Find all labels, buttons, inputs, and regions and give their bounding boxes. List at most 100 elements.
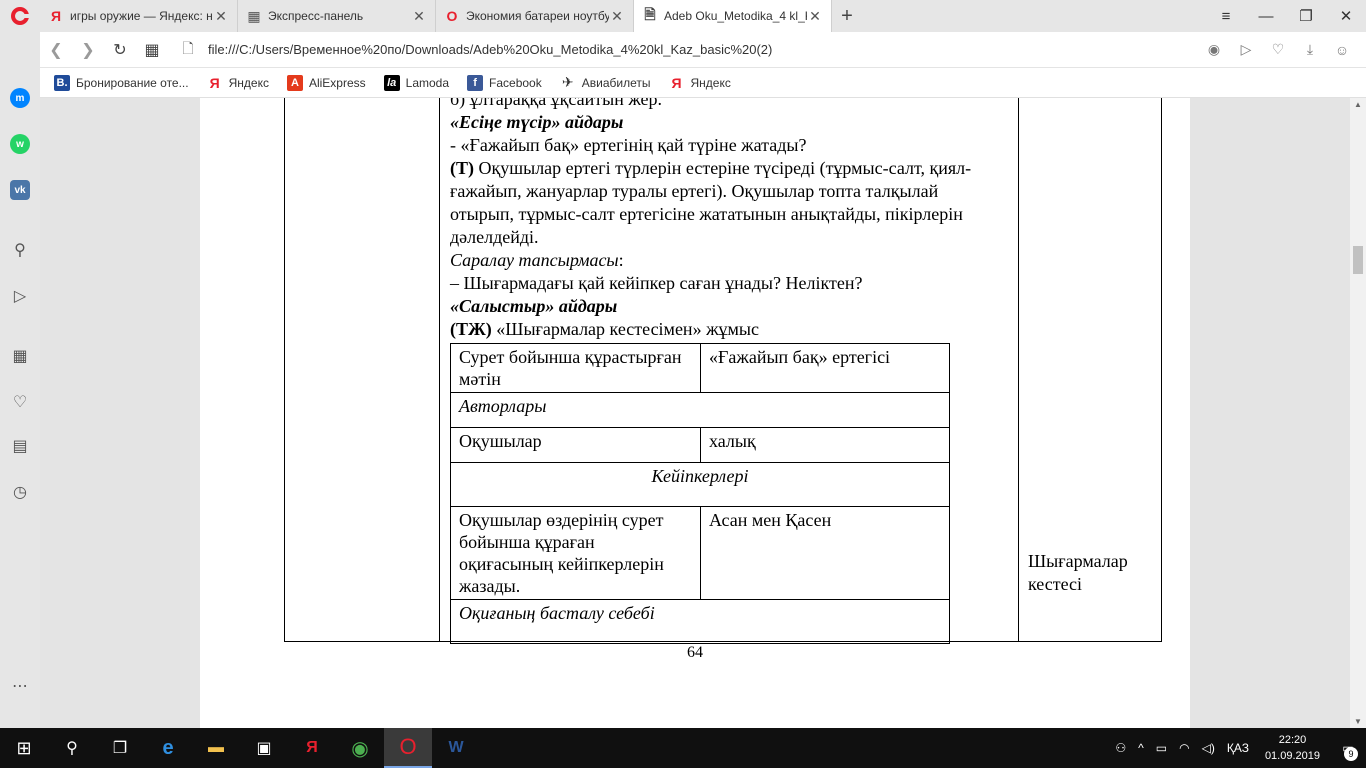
bookmark-label: Бронирование оте... [76, 75, 189, 90]
opera-browser-icon[interactable]: O [384, 728, 432, 768]
section-heading: «Салыстыр» айдары [450, 296, 618, 316]
bookmark-label: Lamoda [405, 75, 450, 90]
tabs-grid-icon[interactable]: ▦ [136, 40, 168, 60]
scrollbar-thumb[interactable] [1353, 246, 1363, 274]
time: 22:20 [1278, 734, 1307, 746]
tab-2[interactable]: O Экономия батареи ноутбу ✕ [436, 0, 634, 32]
new-tab-button[interactable]: + [832, 0, 862, 32]
file-explorer-icon[interactable]: ▬ [192, 728, 240, 768]
vertical-scrollbar[interactable]: ▲ ▼ [1350, 98, 1366, 728]
bookmark-label: Яндекс [228, 75, 269, 90]
volume-icon[interactable]: ◁) [1196, 741, 1221, 755]
heart-icon[interactable]: ♡ [6, 388, 34, 416]
forward-icon[interactable]: ❯ [72, 40, 104, 60]
yandex-browser-icon[interactable]: Я [288, 728, 336, 768]
table-cell: Сурет бойынша құрастырған мәтін [450, 343, 701, 393]
table-cell: «Ғажайып бақ» ертегісі [700, 343, 950, 393]
table-cell: Асан мен Қасен [700, 506, 950, 600]
table-row: Оқиғаның басталу себебі [450, 599, 950, 644]
opera-logo-icon [11, 7, 30, 25]
bookmark-item[interactable]: B. Бронирование оте... [54, 74, 189, 91]
news-icon[interactable]: ▤ [6, 432, 34, 460]
bookmark-item[interactable]: ✈ Авиабилеты [560, 74, 651, 91]
table-row: Оқушылар халық [450, 427, 950, 463]
language-indicator[interactable]: ҚАЗ [1221, 741, 1255, 755]
tab-1[interactable]: ▦ Экспресс-панель ✕ [238, 0, 436, 32]
url-field[interactable]: file:///C:/Users/Временное%20по/Download… [208, 42, 1202, 57]
show-hidden-icon[interactable]: ^ [1132, 741, 1150, 755]
facebook-icon: f [467, 74, 484, 91]
word-icon[interactable]: W [432, 728, 480, 768]
question-line: – Шығармадағы қай кейіпкер саған ұнады? … [450, 273, 863, 293]
bookmark-label: Авиабилеты [581, 75, 651, 90]
bookmark-item[interactable]: la Lamoda [383, 74, 450, 91]
lamoda-icon: la [383, 74, 400, 91]
history-icon[interactable]: ◷ [6, 478, 34, 506]
booking-icon: B. [54, 74, 70, 91]
activity-text: «Шығармалар кестесімен» жұмыс [491, 319, 759, 339]
close-window-icon[interactable]: ✕ [1326, 7, 1366, 25]
document-icon: 🗎 [644, 6, 656, 22]
bookmark-item[interactable]: A AliExpress [286, 74, 366, 91]
table-cell: халық [700, 427, 950, 463]
table-cell: Оқиғаның басталу себебі [450, 599, 950, 644]
differentiation-label: Саралау тапсырмасы [450, 250, 619, 270]
people-icon[interactable]: ⚇ [1109, 741, 1132, 755]
scroll-down-icon[interactable]: ▼ [1350, 717, 1366, 726]
reload-icon[interactable]: ↻ [104, 40, 136, 60]
close-icon[interactable]: ✕ [807, 8, 823, 25]
profile-icon[interactable]: ☺ [1330, 42, 1354, 58]
tab-0[interactable]: Я игры оружие — Яндекс: н ✕ [40, 0, 238, 32]
grid-icon: ▦ [247, 7, 261, 24]
camera-icon[interactable]: ◉ [1202, 41, 1226, 58]
activity-line: (ТЖ) «Шығармалар кестесімен» жұмыс [450, 318, 990, 341]
bookmark-item[interactable]: Я Яндекс [207, 75, 269, 91]
document-viewer: б) ұлтараққа ұқсайтын жер. «Есіңе түсір»… [40, 98, 1366, 728]
minimize-icon[interactable]: — [1246, 8, 1286, 25]
battery-icon[interactable]: ▭ [1150, 741, 1173, 755]
bookmark-heart-icon[interactable]: ♡ [1266, 41, 1290, 58]
table-cell: Оқушылар [450, 427, 701, 463]
column-divider [1018, 98, 1019, 641]
clock[interactable]: 22:20 01.09.2019 [1255, 732, 1330, 764]
chrome-icon[interactable]: ◉ [336, 728, 384, 768]
search-icon[interactable]: ⚲ [6, 236, 34, 264]
whatsapp-icon[interactable]: w [6, 130, 34, 158]
back-icon[interactable]: ❮ [40, 40, 72, 60]
search-icon[interactable]: ⚲ [48, 728, 96, 768]
close-icon[interactable]: ✕ [213, 8, 229, 25]
windows-start-icon[interactable]: ⊞ [0, 728, 48, 768]
more-icon[interactable]: ⋯ [6, 672, 34, 700]
opera-menu-button[interactable] [0, 0, 40, 32]
table-row: Кейіпкерлері [450, 462, 950, 507]
notifications-button[interactable]: ▭ 9 [1330, 728, 1366, 768]
speed-dial-icon[interactable]: ▦ [6, 342, 34, 370]
file-icon: 🗋 [182, 39, 194, 56]
tab-title: Adeb Oku_Metodika_4 kl_K [664, 9, 807, 23]
bookmarks-bar: B. Бронирование оте... Я Яндекс A AliExp… [40, 68, 1366, 98]
table-row: Авторлары [450, 392, 950, 428]
messenger-icon[interactable]: m [6, 84, 34, 112]
bookmark-item[interactable]: Я Яндекс [668, 75, 730, 91]
edge-icon[interactable]: e [144, 728, 192, 768]
task-view-icon[interactable]: ❐ [96, 728, 144, 768]
tab-menu-icon[interactable]: ≡ [1206, 8, 1246, 25]
store-icon[interactable]: ▣ [240, 728, 288, 768]
download-icon[interactable]: ⤓ [1298, 41, 1322, 58]
send-icon[interactable]: ▷ [6, 282, 34, 310]
table-cell: Оқушылар өздерінің сурет бойынша құраған… [450, 506, 701, 600]
scroll-up-icon[interactable]: ▲ [1350, 100, 1366, 109]
bookmark-item[interactable]: f Facebook [467, 74, 542, 91]
taskbar: ⊞ ⚲ ❐ e ▬ ▣ Я ◉ O W ⚇ ^ ▭ ◠ ◁) ҚАЗ 22:20… [0, 728, 1366, 768]
vk-icon[interactable]: vk [6, 176, 34, 204]
section-heading: «Есіңе түсір» айдары [450, 112, 624, 132]
tab-3[interactable]: 🗎 Adeb Oku_Metodika_4 kl_K ✕ [634, 0, 832, 32]
close-icon[interactable]: ✕ [609, 8, 625, 25]
restore-icon[interactable]: ❐ [1286, 7, 1326, 25]
activity-code: (Т) [450, 158, 474, 178]
share-icon[interactable]: ▷ [1234, 41, 1258, 58]
close-icon[interactable]: ✕ [411, 8, 427, 25]
wifi-icon[interactable]: ◠ [1173, 741, 1195, 755]
activity-text: Оқушылар ертегі түрлерін естеріне түсіре… [450, 158, 972, 247]
colon: : [618, 250, 624, 270]
